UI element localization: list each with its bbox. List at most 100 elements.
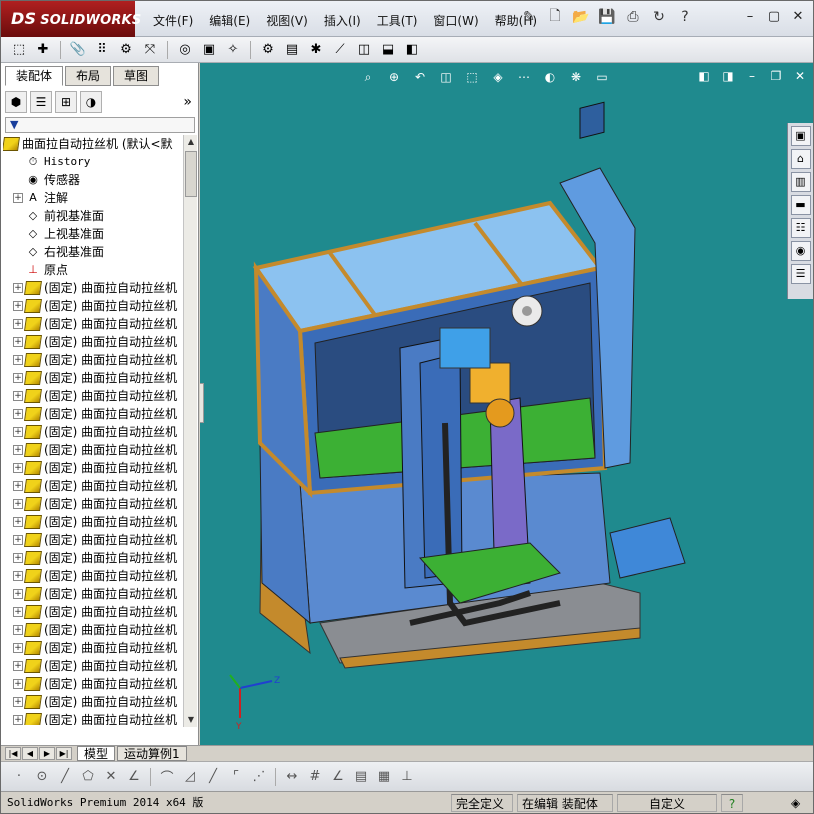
- expand-icon[interactable]: +: [13, 535, 23, 545]
- tree-component-row[interactable]: + (固定) 曲面拉自动拉丝机: [3, 387, 183, 405]
- tab-sketch[interactable]: 草图: [113, 66, 160, 86]
- expand-icon[interactable]: +: [13, 589, 23, 599]
- file-explorer-icon[interactable]: ▬: [790, 195, 811, 215]
- explode-line-icon[interactable]: ⟋: [330, 40, 350, 60]
- expand-icon[interactable]: +: [13, 301, 23, 311]
- expand-icon[interactable]: +: [13, 319, 23, 329]
- tree-component-row[interactable]: + (固定) 曲面拉自动拉丝机: [3, 459, 183, 477]
- menu-file[interactable]: 文件(F): [147, 10, 199, 31]
- last-tab-icon[interactable]: ▶|: [56, 747, 72, 760]
- feature-manager-icon[interactable]: ⬢: [5, 91, 27, 113]
- tree-component-row[interactable]: + (固定) 曲面拉自动拉丝机: [3, 297, 183, 315]
- point-grid-icon[interactable]: ⋰: [249, 767, 269, 787]
- rebuild-icon[interactable]: ↻: [649, 6, 669, 28]
- panel-collapse-handle[interactable]: [200, 383, 204, 423]
- display-manager-icon[interactable]: ◑: [80, 91, 102, 113]
- show-hidden-icon[interactable]: ◎: [175, 40, 195, 60]
- expand-icon[interactable]: +: [13, 427, 23, 437]
- help-question-icon[interactable]: ?: [675, 6, 695, 28]
- expand-icon[interactable]: +: [13, 373, 23, 383]
- menu-insert[interactable]: 插入(I): [318, 10, 367, 31]
- clearance-icon[interactable]: ⬓: [378, 40, 398, 60]
- tree-item-origin[interactable]: ⊥ 原点: [3, 261, 183, 279]
- tree-component-row[interactable]: + (固定) 曲面拉自动拉丝机: [3, 405, 183, 423]
- tree-component-row[interactable]: + (固定) 曲面拉自动拉丝机: [3, 639, 183, 657]
- assembly-new-icon[interactable]: ⬚: [9, 40, 29, 60]
- minimize-icon[interactable]: –: [741, 8, 759, 26]
- tree-component-row[interactable]: + (固定) 曲面拉自动拉丝机: [3, 351, 183, 369]
- new-document-icon[interactable]: 🗋: [545, 6, 565, 28]
- expand-icon[interactable]: +: [13, 409, 23, 419]
- expand-icon[interactable]: +: [13, 337, 23, 347]
- corner-icon[interactable]: ⌜: [226, 767, 246, 787]
- expand-icon[interactable]: +: [13, 499, 23, 509]
- tree-item-top-plane[interactable]: ◇ 上视基准面: [3, 225, 183, 243]
- interference-icon[interactable]: ◫: [354, 40, 374, 60]
- exploded-view-icon[interactable]: ✱: [306, 40, 326, 60]
- tree-component-row[interactable]: + (固定) 曲面拉自动拉丝机: [3, 621, 183, 639]
- home-icon[interactable]: ⌂: [790, 149, 811, 169]
- tree-component-row[interactable]: + (固定) 曲面拉自动拉丝机: [3, 603, 183, 621]
- expand-icon[interactable]: +: [13, 391, 23, 401]
- linear-pattern-icon[interactable]: ⠿: [92, 40, 112, 60]
- expand-icon[interactable]: +: [13, 445, 23, 455]
- save-icon[interactable]: 💾: [597, 6, 617, 28]
- assembly-features-icon[interactable]: ▣: [199, 40, 219, 60]
- coordinate-icon[interactable]: ⊥: [397, 767, 417, 787]
- tree-component-row[interactable]: + (固定) 曲面拉自动拉丝机: [3, 477, 183, 495]
- property-manager-icon[interactable]: ☰: [30, 91, 52, 113]
- tab-motion-study[interactable]: 运动算例1: [117, 746, 187, 761]
- open-folder-icon[interactable]: 📂: [571, 6, 591, 28]
- expand-icon[interactable]: +: [13, 571, 23, 581]
- units-selector[interactable]: 自定义: [617, 794, 717, 812]
- mate-icon[interactable]: 📎: [68, 40, 88, 60]
- expand-icon[interactable]: +: [13, 607, 23, 617]
- scroll-down-icon[interactable]: ▼: [185, 713, 197, 727]
- centerline-icon[interactable]: ∠: [124, 767, 144, 787]
- appearances-icon[interactable]: ◉: [790, 241, 811, 261]
- tree-component-row[interactable]: + (固定) 曲面拉自动拉丝机: [3, 495, 183, 513]
- expand-icon[interactable]: +: [13, 697, 23, 707]
- relation-icon[interactable]: ∠: [328, 767, 348, 787]
- insert-component-icon[interactable]: ✚: [33, 40, 53, 60]
- tree-root[interactable]: 曲面拉自动拉丝机 (默认<默: [3, 135, 183, 153]
- tab-model[interactable]: 模型: [77, 746, 116, 761]
- assembly-model[interactable]: [200, 63, 813, 745]
- close-icon[interactable]: ✕: [789, 8, 807, 26]
- tree-component-row[interactable]: + (固定) 曲面拉自动拉丝机: [3, 423, 183, 441]
- table-grid-icon[interactable]: ▦: [374, 767, 394, 787]
- tree-component-row[interactable]: + (固定) 曲面拉自动拉丝机: [3, 585, 183, 603]
- tree-component-row[interactable]: + (固定) 曲面拉自动拉丝机: [3, 567, 183, 585]
- tree-component-row[interactable]: + (固定) 曲面拉自动拉丝机: [3, 531, 183, 549]
- line-icon[interactable]: ╱: [55, 767, 75, 787]
- expand-icon[interactable]: +: [13, 481, 23, 491]
- tree-component-row[interactable]: + (固定) 曲面拉自动拉丝机: [3, 333, 183, 351]
- tree-component-row[interactable]: + (固定) 曲面拉自动拉丝机: [3, 315, 183, 333]
- construction-icon[interactable]: ╱: [203, 767, 223, 787]
- polygon-icon[interactable]: ⬠: [78, 767, 98, 787]
- tree-item-front-plane[interactable]: ◇ 前视基准面: [3, 207, 183, 225]
- tree-component-row[interactable]: + (固定) 曲面拉自动拉丝机: [3, 549, 183, 567]
- table-icon[interactable]: ▤: [351, 767, 371, 787]
- menu-view[interactable]: 视图(V): [260, 10, 314, 31]
- tab-assembly[interactable]: 装配体: [5, 66, 64, 86]
- scroll-thumb[interactable]: [185, 151, 197, 197]
- expand-icon[interactable]: +: [13, 517, 23, 527]
- tree-component-row[interactable]: + (固定) 曲面拉自动拉丝机: [3, 513, 183, 531]
- solidworks-logo[interactable]: DS SOLIDWORKS: [1, 1, 141, 37]
- tree-item-history[interactable]: ⏱ History: [3, 153, 183, 171]
- notification-icon[interactable]: ◈: [787, 794, 809, 812]
- print-icon[interactable]: ⎙: [623, 6, 643, 28]
- expand-icon[interactable]: +: [13, 643, 23, 653]
- dimension-icon[interactable]: ↔: [282, 767, 302, 787]
- sketch-fillet-icon[interactable]: ⌒: [157, 767, 177, 787]
- expand-icon[interactable]: +: [13, 553, 23, 563]
- reference-geometry-icon[interactable]: ✧: [223, 40, 243, 60]
- expand-tabs-icon[interactable]: »: [183, 94, 192, 110]
- dot-icon[interactable]: ·: [9, 767, 29, 787]
- expand-icon[interactable]: +: [13, 715, 23, 725]
- filter-icon[interactable]: ▼: [10, 118, 18, 131]
- tree-item-annotations[interactable]: + A 注解: [3, 189, 183, 207]
- trim-icon[interactable]: ✕: [101, 767, 121, 787]
- expand-icon[interactable]: +: [13, 283, 23, 293]
